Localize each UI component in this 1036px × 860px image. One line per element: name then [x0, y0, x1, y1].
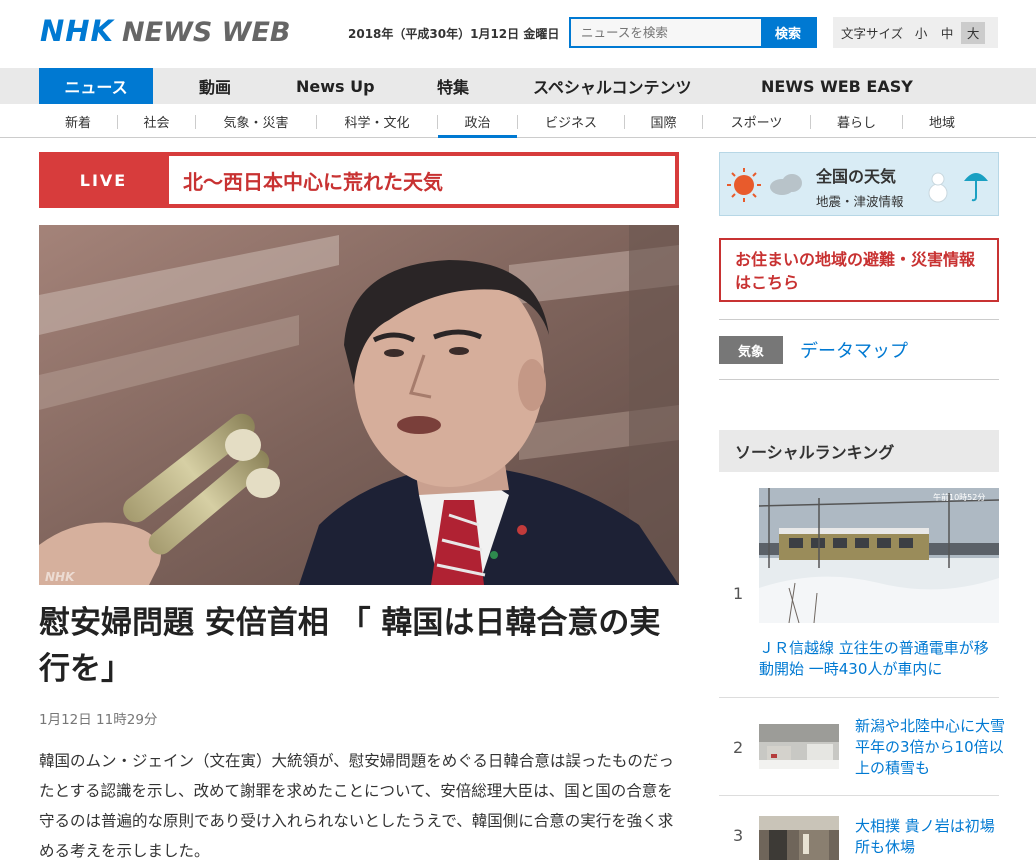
- mainnav-item-special-contents[interactable]: スペシャルコンテンツ: [533, 68, 692, 104]
- weather-banner[interactable]: 全国の天気 地震・津波情報: [719, 152, 999, 216]
- font-size-selector: 文字サイズ 小 中 大: [833, 17, 998, 48]
- weather-title: 全国の天気: [816, 167, 897, 186]
- data-map-link[interactable]: データマップ: [800, 336, 908, 364]
- umbrella-icon: [964, 173, 988, 202]
- mainnav-item-video[interactable]: 動画: [199, 68, 231, 104]
- current-date: 2018年（平成30年）1月12日 金曜日: [348, 27, 560, 41]
- ranking-number: 2: [733, 738, 744, 757]
- subnav-item-lifestyle[interactable]: 暮らし: [811, 104, 902, 138]
- ranking-number: 3: [733, 826, 744, 845]
- ranking-item-title[interactable]: 大相撲 貴ノ岩は初場所も休場: [855, 816, 1005, 858]
- live-headline[interactable]: 北～西日本中心に荒れた天気: [169, 156, 675, 204]
- press-conference-photo: NHK: [39, 225, 679, 585]
- ranking-item-title[interactable]: 新潟や北陸中心に大雪 平年の3倍から10倍以上の積雪も: [855, 716, 1005, 779]
- live-label: LIVE: [79, 170, 128, 190]
- subnav-item-politics[interactable]: 政治: [438, 104, 517, 138]
- subnav-item-sports[interactable]: スポーツ: [703, 104, 810, 138]
- main-nav: ニュース 動画 News Up 特集 スペシャルコンテンツ NEWS WEB E…: [0, 68, 1036, 104]
- ranking-thumbnail[interactable]: [759, 816, 839, 860]
- snowman-icon: [928, 172, 948, 203]
- ranking-number: 1: [733, 584, 744, 603]
- subnav-item-society[interactable]: 社会: [118, 104, 195, 138]
- weather-tag: 気象: [719, 336, 783, 364]
- divider: [719, 697, 999, 698]
- sumo-venue-photo: [759, 816, 839, 860]
- sun-icon: [734, 175, 754, 195]
- ranking-thumbnail[interactable]: 午前10時52分: [759, 488, 999, 623]
- subnav-item-region[interactable]: 地域: [903, 104, 981, 138]
- site-header: NHK NEWS WEB 2018年（平成30年）1月12日 金曜日 検索 文字…: [0, 0, 1036, 68]
- divider: [719, 319, 999, 320]
- article-timestamp: 1月12日 11時29分: [39, 712, 158, 728]
- article-body: 韓国のムン・ジェイン（文在寅）大統領が、慰安婦問題をめぐる日韓合意は誤ったものだ…: [39, 752, 674, 860]
- logo-nhk-text: NHK: [40, 14, 115, 48]
- logo-news-web-text: NEWS WEB: [122, 17, 291, 48]
- font-size-large-button[interactable]: 大: [961, 21, 986, 44]
- subnav-item-weather-disaster[interactable]: 気象・災害: [196, 104, 316, 138]
- mainnav-item-news-web-easy[interactable]: NEWS WEB EASY: [761, 68, 913, 104]
- article-headline: 慰安婦問題 安倍首相 「 韓国は日韓合意の実行を」: [39, 605, 661, 687]
- subnav-item-latest[interactable]: 新着: [39, 104, 117, 138]
- evacuation-info-link[interactable]: お住まいの地域の避難・災害情報はこちら: [719, 238, 999, 302]
- search-form: 検索: [569, 17, 817, 48]
- font-size-label: 文字サイズ: [841, 26, 904, 41]
- nhk-news-web-logo[interactable]: NHK NEWS WEB: [40, 14, 291, 50]
- image-caption: 午前10時52分: [933, 492, 985, 502]
- ranking-item-title[interactable]: ＪＲ信越線 立往生の普通電車が移動開始 一時430人が車内に: [759, 638, 999, 680]
- snowy-street-photo: [759, 724, 839, 769]
- snow-train-photo: 午前10時52分: [759, 488, 999, 623]
- font-size-medium-button[interactable]: 中: [935, 22, 959, 44]
- ranking-thumbnail[interactable]: [759, 724, 839, 769]
- weather-subtitle: 地震・津波情報: [816, 194, 904, 209]
- subnav-item-science-culture[interactable]: 科学・文化: [317, 104, 437, 138]
- mainnav-item-special-feature[interactable]: 特集: [437, 68, 469, 104]
- subnav-active-indicator: [438, 135, 517, 138]
- mainnav-item-news-up[interactable]: News Up: [296, 68, 375, 104]
- category-nav: 新着 社会 気象・災害 科学・文化 政治 ビジネス 国際 スポーツ 暮らし 地域: [0, 104, 1036, 138]
- font-size-small-button[interactable]: 小: [909, 22, 933, 44]
- divider: [719, 379, 999, 380]
- search-input[interactable]: [571, 19, 761, 46]
- live-banner[interactable]: LIVE 北～西日本中心に荒れた天気: [39, 152, 679, 208]
- divider: [719, 795, 999, 796]
- search-button[interactable]: 検索: [761, 19, 815, 46]
- nhk-watermark: NHK: [45, 570, 76, 584]
- article-hero-image: NHK: [39, 225, 679, 585]
- subnav-item-international[interactable]: 国際: [625, 104, 702, 138]
- mainnav-item-news[interactable]: ニュース: [39, 68, 153, 104]
- social-ranking-heading: ソーシャルランキング: [719, 430, 999, 472]
- subnav-item-business[interactable]: ビジネス: [518, 104, 624, 138]
- cloud-icon: [770, 174, 802, 195]
